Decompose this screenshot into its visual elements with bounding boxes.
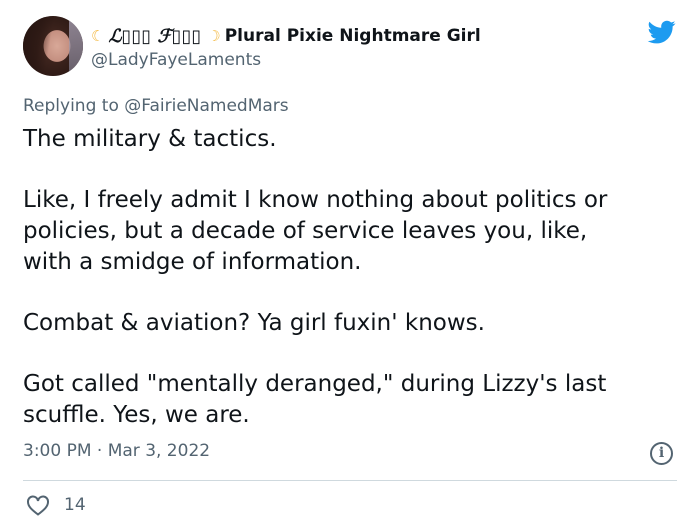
crescent-moon-icon: ☾ xyxy=(91,27,105,45)
heart-icon xyxy=(27,495,49,516)
display-name[interactable]: ☾ ℒ▯▯▯ ℱ▯▯▯ ☽ Plural Pixie Nightmare Gir… xyxy=(91,24,481,48)
like-button[interactable]: 14 xyxy=(26,494,86,516)
crescent-moon-icon: ☽ xyxy=(207,27,221,45)
tweet-text: The military & tactics. Like, I freely a… xyxy=(23,124,683,431)
like-count: 14 xyxy=(64,495,86,515)
twitter-bird-icon[interactable] xyxy=(646,18,678,46)
tweet-paragraph: The military & tactics. xyxy=(23,126,277,152)
tweet-paragraph: Like, I freely admit I know nothing abou… xyxy=(23,187,608,275)
tweet-paragraph: Got called "mentally deranged," during L… xyxy=(23,371,607,428)
user-handle[interactable]: @LadyFayeLaments xyxy=(91,50,261,70)
display-name-prefix: ℒ▯▯▯ ℱ▯▯▯ xyxy=(108,25,202,47)
tweet-paragraph: Combat & aviation? Ya girl fuxin' knows. xyxy=(23,310,485,336)
replying-to: Replying to @FairieNamedMars xyxy=(23,96,289,116)
avatar-background xyxy=(69,16,83,76)
tweet-card: ☾ ℒ▯▯▯ ℱ▯▯▯ ☽ Plural Pixie Nightmare Gir… xyxy=(0,0,700,532)
divider xyxy=(23,480,677,481)
replying-to-label: Replying to xyxy=(23,96,119,116)
reply-mention-link[interactable]: @FairieNamedMars xyxy=(124,96,288,116)
avatar[interactable] xyxy=(23,16,83,76)
info-icon[interactable]: i xyxy=(650,442,673,465)
tweet-timestamp[interactable]: 3:00 PM · Mar 3, 2022 xyxy=(23,441,210,461)
display-name-main: Plural Pixie Nightmare Girl xyxy=(224,26,481,46)
